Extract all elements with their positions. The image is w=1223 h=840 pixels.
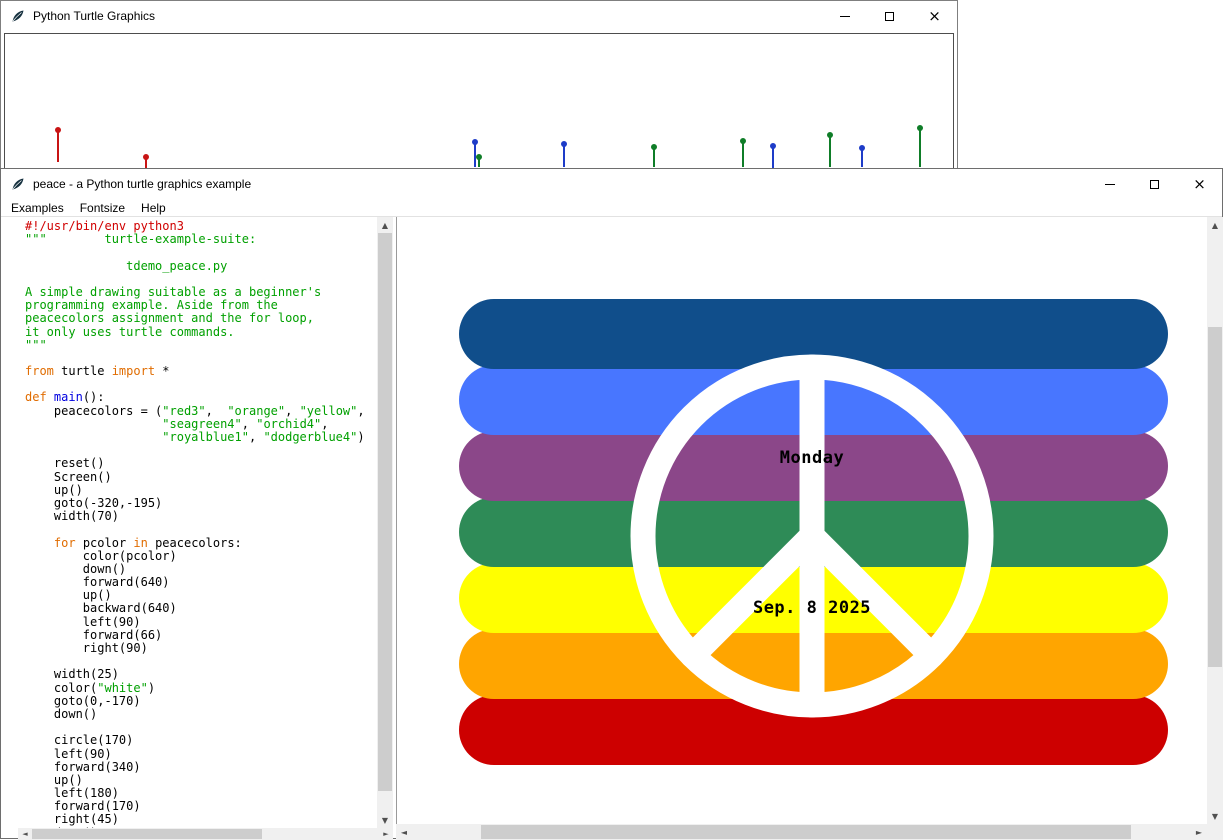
code-line: down()	[25, 708, 377, 721]
scrollbar-thumb[interactable]	[378, 233, 392, 791]
code-line: width(70)	[25, 510, 377, 523]
minimize-icon	[840, 16, 850, 17]
peace-demo-window: peace - a Python turtle graphics example…	[0, 168, 1223, 839]
canvas-text: Monday	[780, 448, 844, 468]
maximize-icon	[885, 12, 894, 21]
minimize-icon	[1105, 184, 1115, 185]
code-line: """ turtle-example-suite:	[25, 233, 377, 246]
code-horizontal-scrollbar[interactable]: ◄ ►	[18, 828, 393, 840]
desktop: { "icons": { "up": "▲", "down": "▼", "le…	[0, 0, 1223, 839]
canvas-horizontal-scrollbar[interactable]: ◄ ►	[396, 824, 1207, 840]
code-vertical-scrollbar[interactable]: ▲ ▼	[377, 217, 393, 828]
titlebar[interactable]: peace - a Python turtle graphics example…	[1, 169, 1222, 199]
window-title: peace - a Python turtle graphics example	[33, 177, 251, 191]
code-line: from turtle import *	[25, 365, 377, 378]
canvas-text-layer: Monday Sep. 8 2025	[397, 217, 1207, 824]
turtle-app-icon	[10, 176, 26, 192]
source-code-view[interactable]: #!/usr/bin/env python3""" turtle-example…	[18, 217, 377, 828]
scrollbar-thumb[interactable]	[1208, 327, 1222, 667]
scroll-left-arrow-icon[interactable]: ◄	[18, 828, 32, 840]
menu-examples[interactable]: Examples	[3, 200, 72, 216]
maximize-button[interactable]	[867, 1, 912, 31]
close-icon: ×	[928, 9, 941, 24]
turtle-canvas[interactable]: Monday Sep. 8 2025	[396, 217, 1207, 824]
window-title: Python Turtle Graphics	[33, 9, 155, 23]
scroll-right-arrow-icon[interactable]: ►	[1191, 824, 1207, 840]
scroll-up-arrow-icon[interactable]: ▲	[1207, 217, 1223, 233]
code-line: it only uses turtle commands.	[25, 326, 377, 339]
code-line: """	[25, 339, 377, 352]
canvas-text: Sep. 8 2025	[753, 598, 871, 618]
close-button[interactable]: ×	[1177, 169, 1222, 199]
menu-help[interactable]: Help	[133, 200, 174, 216]
scrollbar-thumb[interactable]	[32, 829, 262, 839]
scroll-down-arrow-icon[interactable]: ▼	[1207, 808, 1223, 824]
maximize-icon	[1150, 180, 1159, 189]
menu-fontsize[interactable]: Fontsize	[72, 200, 133, 216]
minimize-button[interactable]	[822, 1, 867, 31]
menubar: Examples Fontsize Help	[1, 199, 1222, 217]
scroll-down-arrow-icon[interactable]: ▼	[377, 812, 393, 828]
titlebar[interactable]: Python Turtle Graphics ×	[1, 1, 957, 31]
scroll-right-arrow-icon[interactable]: ►	[379, 828, 393, 840]
code-line: right(90)	[25, 642, 377, 655]
scrollbar-corner	[1207, 824, 1223, 840]
minimize-button[interactable]	[1087, 169, 1132, 199]
close-icon: ×	[1193, 177, 1206, 192]
turtle-app-icon	[10, 8, 26, 24]
scroll-left-arrow-icon[interactable]: ◄	[396, 824, 412, 840]
code-line: tdemo_peace.py	[25, 260, 377, 273]
scrollbar-thumb[interactable]	[481, 825, 1131, 839]
close-button[interactable]: ×	[912, 1, 957, 31]
maximize-button[interactable]	[1132, 169, 1177, 199]
canvas-vertical-scrollbar[interactable]: ▲ ▼	[1207, 217, 1223, 824]
code-line: "royalblue1", "dodgerblue4")	[25, 431, 377, 444]
scroll-up-arrow-icon[interactable]: ▲	[377, 217, 393, 233]
